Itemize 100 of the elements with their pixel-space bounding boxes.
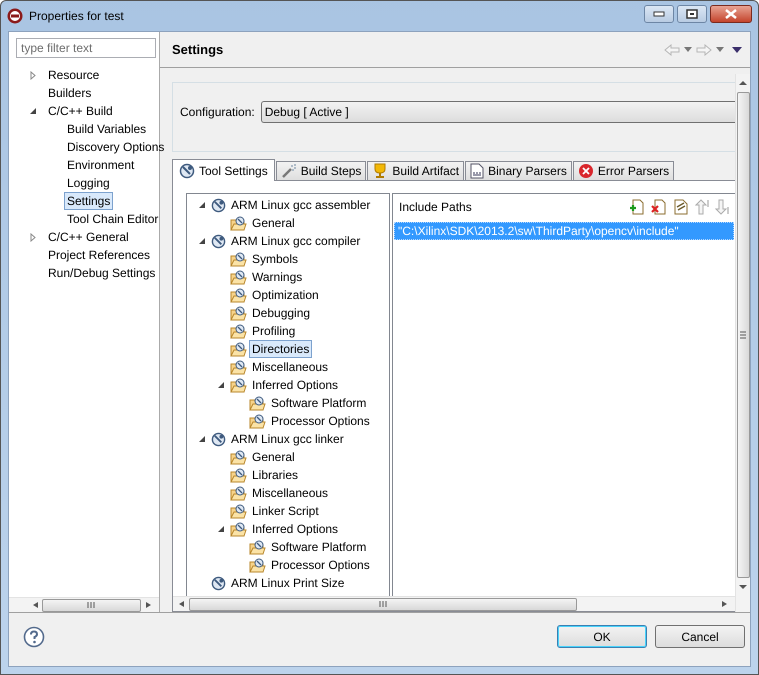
tree-item[interactable]: General — [249, 448, 298, 466]
tree-item[interactable]: Discovery Options — [64, 138, 168, 156]
tree-item[interactable]: Environment — [64, 156, 138, 174]
move-down-icon[interactable] — [715, 199, 729, 215]
tree-item[interactable]: Software Platform — [268, 538, 370, 556]
close-button[interactable] — [710, 5, 752, 23]
tree-item[interactable]: Inferred Options — [249, 520, 342, 538]
tree-item[interactable]: ARM Linux gcc assembler — [228, 196, 374, 214]
folder-icon — [230, 342, 247, 356]
folder-icon — [230, 270, 247, 284]
tree-item[interactable]: Builders — [45, 84, 94, 102]
folder-icon — [230, 252, 247, 266]
collapse-icon[interactable] — [217, 381, 225, 389]
dropdown-caret-icon[interactable] — [716, 47, 724, 52]
gear-icon — [211, 576, 226, 590]
gear-icon — [211, 198, 226, 212]
tree-item[interactable]: Profiling — [249, 322, 298, 340]
grip-icon — [740, 330, 746, 340]
folder-icon — [230, 216, 247, 230]
delete-icon[interactable] — [651, 199, 667, 215]
close-icon — [724, 9, 738, 19]
configuration-dropdown[interactable]: Debug [ Active ] — [260, 101, 735, 123]
tree-item[interactable]: ARM Linux gcc compiler — [228, 232, 364, 250]
help-icon[interactable] — [23, 626, 45, 648]
tab[interactable]: Build Steps — [276, 161, 366, 180]
vertical-scrollbar[interactable] — [735, 74, 750, 612]
tree-item[interactable]: Miscellaneous — [249, 358, 332, 376]
minimize-button[interactable] — [644, 5, 674, 23]
scroll-down-icon[interactable] — [738, 582, 748, 592]
folder-icon — [249, 540, 266, 554]
expand-icon[interactable] — [29, 232, 37, 242]
tree-item[interactable]: Processor Options — [268, 412, 373, 430]
horizontal-scrollbar[interactable] — [173, 596, 735, 611]
view-menu-icon[interactable] — [732, 46, 742, 52]
tree-item[interactable]: ARM Linux gcc linker — [228, 430, 347, 448]
folder-icon — [249, 414, 266, 428]
minimize-icon — [653, 11, 665, 17]
tree-item[interactable]: Resource — [45, 66, 102, 84]
folder-icon — [230, 324, 247, 338]
tree-item[interactable]: Linker Script — [249, 502, 322, 520]
tree-item[interactable]: Project References — [45, 246, 154, 264]
app-icon — [7, 8, 23, 24]
tree-item[interactable]: Tool Chain Editor — [64, 210, 162, 228]
window-title: Properties for test — [29, 8, 124, 25]
tree-item[interactable]: Settings — [64, 192, 114, 210]
folder-icon — [230, 306, 247, 320]
add-icon[interactable] — [629, 199, 645, 215]
horizontal-scrollbar[interactable] — [9, 597, 159, 612]
dialog-button[interactable]: Cancel — [655, 625, 745, 648]
collapse-icon[interactable] — [217, 525, 225, 533]
collapse-icon[interactable] — [198, 237, 206, 245]
filter-field[interactable]: type filter text — [16, 38, 156, 58]
tree-item[interactable]: Symbols — [249, 250, 302, 268]
tree-item[interactable]: Inferred Options — [249, 376, 342, 394]
edit-icon[interactable] — [673, 199, 689, 215]
tree-item[interactable]: Logging — [64, 174, 113, 192]
folder-icon — [230, 450, 247, 464]
gear-icon — [179, 162, 195, 178]
tree-item[interactable]: Directories — [249, 340, 312, 358]
folder-icon — [230, 288, 247, 302]
page-title: Settings — [172, 40, 224, 59]
move-up-icon[interactable] — [695, 199, 709, 215]
tree-item[interactable]: Processor Options — [268, 556, 373, 574]
tab[interactable]: Build Artifact — [367, 161, 464, 180]
dropdown-caret-icon[interactable] — [684, 47, 692, 52]
error-icon — [578, 163, 594, 179]
tree-item[interactable]: Build Variables — [64, 120, 150, 138]
tree-item[interactable]: Software Platform — [268, 394, 370, 412]
folder-icon — [230, 378, 247, 392]
tree-item[interactable]: ARM Linux Print Size — [228, 574, 348, 592]
folder-icon — [249, 396, 266, 410]
tab[interactable]: Binary Parsers — [465, 161, 572, 180]
dialog-button[interactable]: OK — [557, 625, 647, 648]
folder-icon — [230, 522, 247, 536]
tree-item[interactable]: Run/Debug Settings — [45, 264, 158, 282]
tree-item[interactable]: Libraries — [249, 466, 302, 484]
collapse-icon[interactable] — [198, 201, 206, 209]
expand-icon[interactable] — [29, 70, 37, 80]
collapse-icon[interactable] — [198, 435, 206, 443]
collapse-icon[interactable] — [29, 107, 37, 115]
gear-icon — [211, 432, 226, 446]
tree-item[interactable]: Warnings — [249, 268, 306, 286]
scroll-up-icon[interactable] — [738, 78, 748, 88]
trophy-icon — [372, 163, 388, 179]
maximize-button[interactable] — [677, 5, 707, 23]
tree-item[interactable]: Miscellaneous — [249, 484, 332, 502]
tab[interactable]: Tool Settings — [172, 159, 275, 181]
folder-icon — [230, 486, 247, 500]
tree-item[interactable]: Optimization — [249, 286, 322, 304]
wand-icon — [280, 163, 297, 179]
tree-item[interactable]: Debugging — [249, 304, 314, 322]
folder-icon — [230, 360, 247, 374]
tree-item[interactable]: General — [249, 214, 298, 232]
tree-item[interactable]: C/C++ General — [45, 228, 132, 246]
tree-item[interactable]: C/C++ Build — [45, 102, 116, 120]
tab[interactable]: Error Parsers — [572, 161, 674, 180]
gear-icon — [211, 234, 226, 248]
configuration-label: Configuration: — [180, 104, 255, 121]
grip-icon — [87, 602, 96, 608]
folder-icon — [230, 504, 247, 518]
